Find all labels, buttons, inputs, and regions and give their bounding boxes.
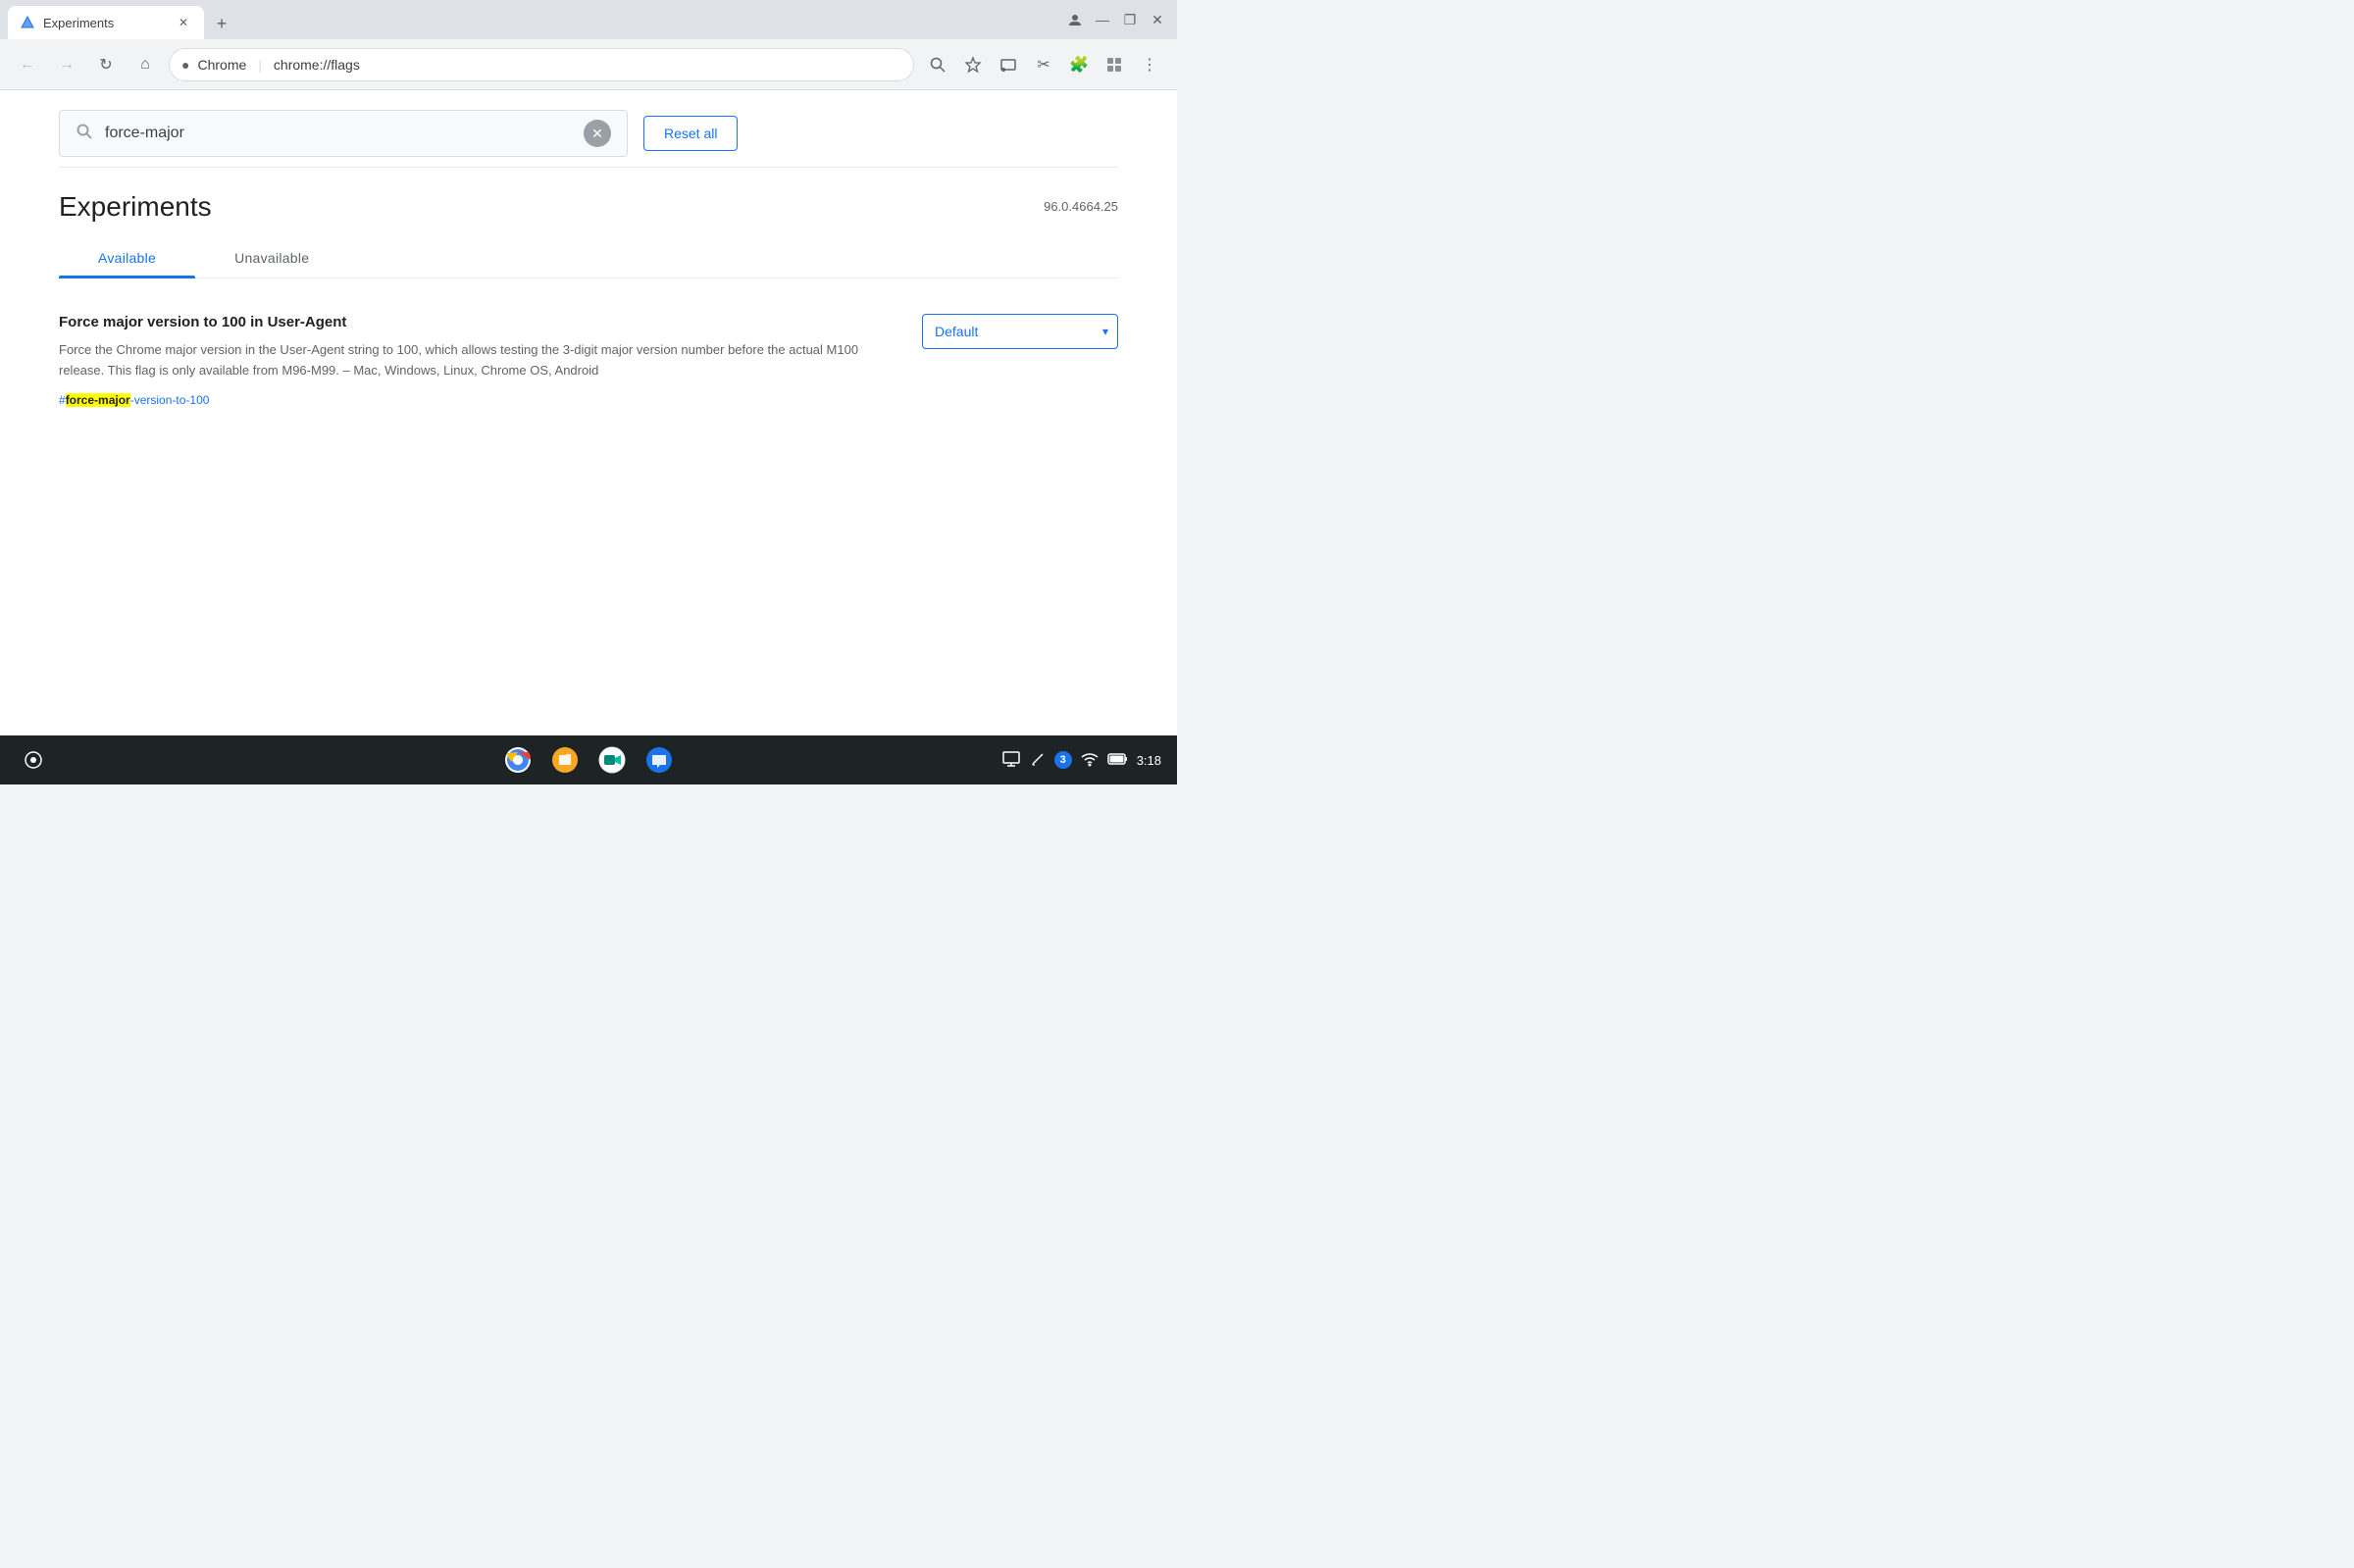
tabs-container: Available Unavailable <box>59 238 1118 278</box>
star-icon <box>964 56 982 74</box>
battery-icon <box>1107 752 1129 769</box>
forward-button[interactable]: → <box>51 49 82 80</box>
launcher-icon <box>23 749 44 771</box>
flag-title: Force major version to 100 in User-Agent <box>59 314 883 330</box>
url-bar[interactable]: ● Chrome | chrome://flags <box>169 48 914 81</box>
search-clear-button[interactable]: ✕ <box>584 120 611 147</box>
time-display: 3:18 <box>1137 753 1161 768</box>
taskbar-right: 3 3:18 <box>1001 749 1161 772</box>
taskbar-stylus <box>1029 750 1047 771</box>
url-divider: | <box>258 57 262 73</box>
menu-icon[interactable]: ⋮ <box>1134 49 1165 80</box>
meet-icon <box>597 745 627 775</box>
ext-icon <box>1105 56 1123 74</box>
taskbar-chat[interactable] <box>641 742 677 778</box>
tab-available[interactable]: Available <box>59 238 195 278</box>
battery-svg <box>1107 752 1129 766</box>
search-area: force-major ✕ Reset all <box>59 90 1118 167</box>
scissors-icon[interactable]: ✂ <box>1028 49 1059 80</box>
flag-control: Default Enabled Disabled ▾ <box>922 314 1118 349</box>
url-secure-icon: ● <box>181 57 189 73</box>
refresh-button[interactable]: ↻ <box>90 49 122 80</box>
tab-unavailable[interactable]: Unavailable <box>195 238 348 278</box>
new-tab-button[interactable]: + <box>208 10 235 37</box>
stylus-icon <box>1029 750 1047 768</box>
search-icon <box>76 123 93 145</box>
screen-icon <box>1001 749 1021 769</box>
flag-section: Force major version to 100 in User-Agent… <box>59 278 1118 444</box>
browser-tab[interactable]: Experiments ✕ <box>8 6 204 39</box>
page-title: Experiments <box>59 191 212 223</box>
flag-select[interactable]: Default Enabled Disabled <box>922 314 1118 349</box>
taskbar: 3 3:18 <box>0 735 1177 784</box>
tab-close-button[interactable]: ✕ <box>175 14 192 31</box>
taskbar-notification <box>1001 749 1021 772</box>
minimize-window-button[interactable]: — <box>1091 8 1114 31</box>
search-box: force-major ✕ <box>59 110 628 157</box>
close-window-button[interactable]: ✕ <box>1146 8 1169 31</box>
flag-link-highlight: force-major <box>66 393 130 407</box>
notification-badge: 3 <box>1054 751 1072 769</box>
cast-icon[interactable] <box>993 49 1024 80</box>
puzzle-icon[interactable]: 🧩 <box>1063 49 1095 80</box>
back-button[interactable]: ← <box>12 49 43 80</box>
tab-title: Experiments <box>43 16 114 30</box>
minimize-button[interactable] <box>1063 8 1087 31</box>
flag-link-suffix: -version-to-100 <box>130 393 210 407</box>
taskbar-chrome[interactable] <box>500 742 536 778</box>
select-wrapper: Default Enabled Disabled ▾ <box>922 314 1118 349</box>
toolbar-icons: ✂ 🧩 ⋮ <box>922 49 1165 80</box>
url-address: chrome://flags <box>274 57 360 73</box>
wifi-status-icon <box>1080 751 1100 770</box>
bookmark-icon[interactable] <box>957 49 989 80</box>
title-bar: Experiments ✕ + — ❐ ✕ <box>0 0 1177 39</box>
files-icon <box>550 745 580 775</box>
search-toolbar-icon[interactable] <box>922 49 953 80</box>
flag-link[interactable]: #force-major-version-to-100 <box>59 393 209 407</box>
page-content: force-major ✕ Reset all Experiments 96.0… <box>0 90 1177 735</box>
address-bar: ← → ↻ ⌂ ● Chrome | chrome://flags ✂ 🧩 <box>0 39 1177 90</box>
taskbar-files[interactable] <box>547 742 583 778</box>
flag-info: Force major version to 100 in User-Agent… <box>59 314 883 409</box>
window-controls: — ❐ ✕ <box>1063 8 1169 31</box>
chrome-icon <box>503 745 533 775</box>
profile-icon <box>1067 12 1083 27</box>
cast-svg <box>998 55 1018 75</box>
flag-description: Force the Chrome major version in the Us… <box>59 340 883 381</box>
taskbar-left <box>16 742 51 778</box>
extension2-icon[interactable] <box>1099 49 1130 80</box>
home-button[interactable]: ⌂ <box>129 49 161 80</box>
search-svg <box>76 123 93 140</box>
tab-favicon <box>20 15 35 30</box>
taskbar-meet[interactable] <box>594 742 630 778</box>
maximize-window-button[interactable]: ❐ <box>1118 8 1142 31</box>
magnify-icon <box>929 56 947 74</box>
taskbar-launcher[interactable] <box>16 742 51 778</box>
flag-entry: Force major version to 100 in User-Agent… <box>59 302 1118 421</box>
reset-all-button[interactable]: Reset all <box>643 116 738 151</box>
wifi-svg <box>1080 751 1100 767</box>
search-input[interactable]: force-major <box>105 125 572 142</box>
url-protocol: Chrome <box>197 57 246 73</box>
version-label: 96.0.4664.25 <box>1044 191 1118 214</box>
chat-icon <box>644 745 674 775</box>
flag-link-prefix: # <box>59 393 66 407</box>
experiments-header: Experiments 96.0.4664.25 <box>59 168 1118 230</box>
